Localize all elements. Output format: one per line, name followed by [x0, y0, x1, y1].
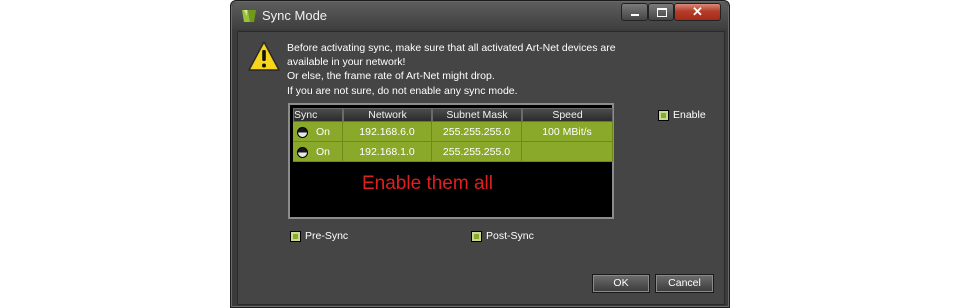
network-cell: 192.168.6.0	[343, 122, 432, 142]
column-header-sync[interactable]: Sync	[293, 108, 343, 122]
network-cell: 192.168.1.0	[343, 142, 432, 162]
sync-toggle-icon[interactable]	[297, 126, 308, 138]
checkbox-checked-icon	[658, 109, 669, 121]
speed-cell: 100 MBit/s	[522, 122, 613, 142]
sync-cell[interactable]: On	[293, 122, 343, 142]
column-header-speed[interactable]: Speed	[522, 108, 613, 122]
window-title: Sync Mode	[262, 8, 328, 23]
message-line: Or else, the frame rate of Art-Net might…	[287, 70, 495, 83]
message-line: available in your network!	[287, 56, 406, 69]
post-sync-label: Post-Sync	[486, 230, 534, 242]
sync-status: On	[316, 126, 331, 138]
ok-button[interactable]: OK	[592, 274, 650, 293]
checkbox-checked-icon	[471, 230, 482, 242]
pre-sync-label: Pre-Sync	[305, 230, 349, 242]
table-header: Sync Network Subnet Mask Speed	[293, 108, 613, 122]
post-sync-checkbox[interactable]: Post-Sync	[471, 229, 534, 243]
speed-cell	[522, 142, 613, 162]
close-icon: ✕	[692, 4, 703, 19]
title-bar[interactable]: Sync Mode ✕	[232, 2, 728, 29]
column-header-network[interactable]: Network	[343, 108, 432, 122]
table-row[interactable]: On 192.168.1.0 255.255.255.0	[293, 142, 613, 162]
enable-checkbox[interactable]: Enable	[658, 108, 706, 122]
annotation-text: Enable them all	[362, 173, 493, 194]
pre-sync-checkbox[interactable]: Pre-Sync	[290, 229, 348, 243]
subnet-mask-cell: 255.255.255.0	[432, 122, 522, 142]
sync-cell[interactable]: On	[293, 142, 343, 162]
cancel-button[interactable]: Cancel	[655, 274, 714, 293]
checkbox-checked-icon	[290, 230, 301, 242]
warning-icon	[248, 41, 280, 71]
maximize-icon	[649, 4, 673, 20]
minimize-button[interactable]	[621, 3, 648, 21]
sync-status: On	[316, 146, 331, 158]
dialog-content: Before activating sync, make sure that a…	[237, 31, 725, 305]
warning-message: Before activating sync, make sure that a…	[287, 41, 707, 98]
table-row[interactable]: On 192.168.6.0 255.255.255.0 100 MBit/s	[293, 122, 613, 142]
enable-label: Enable	[673, 109, 706, 121]
subnet-mask-cell: 255.255.255.0	[432, 142, 522, 162]
message-line: Before activating sync, make sure that a…	[287, 42, 616, 54]
sync-mode-dialog: Sync Mode ✕ Before activating sync, make…	[230, 0, 730, 308]
app-logo-icon	[242, 10, 256, 22]
maximize-button[interactable]	[648, 3, 674, 21]
sync-toggle-icon[interactable]	[297, 146, 308, 158]
close-button[interactable]: ✕	[674, 3, 721, 21]
minimize-icon	[622, 4, 647, 20]
message-line: If you are not sure, do not enable any s…	[287, 84, 518, 97]
network-table: Sync Network Subnet Mask Speed On 192.16…	[288, 103, 614, 219]
column-header-subnet-mask[interactable]: Subnet Mask	[432, 108, 522, 122]
